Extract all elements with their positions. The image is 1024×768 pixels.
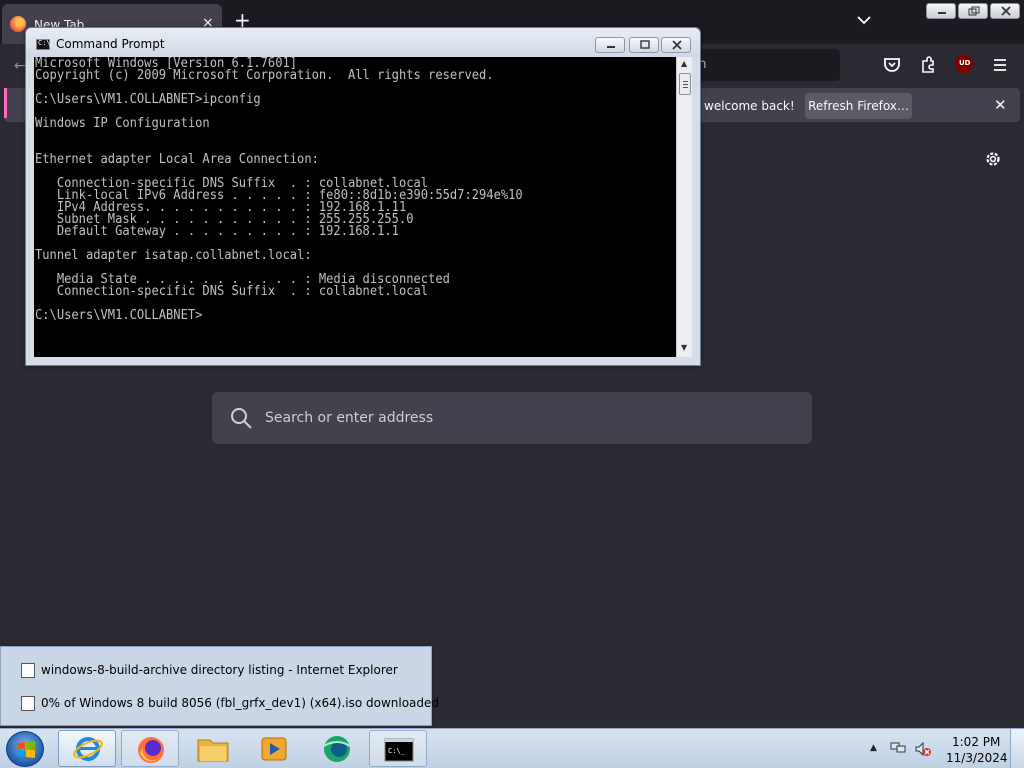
media-player-icon [261,737,287,761]
browser-restore-button[interactable] [958,3,988,19]
download-icon [21,696,35,711]
windows-logo-icon [17,741,35,758]
window-title: Command Prompt [56,37,165,51]
taskbar-preview-popup: windows-8-build-archive directory listin… [0,646,439,726]
pocket-icon[interactable] [882,55,902,75]
taskbar-network-app-button[interactable] [308,730,366,767]
start-button[interactable] [6,731,44,767]
console-line: C:\Users\VM1.COLLABNET>ipconfig [35,92,261,107]
internet-explorer-icon [73,737,103,761]
back-arrow-icon[interactable]: ← [14,58,26,74]
firefox-icon [138,737,164,763]
command-prompt-window: C:\_ Command Prompt Microsoft Windows [V… [25,27,701,366]
clock-date[interactable]: 11/3/2024 [946,751,1008,765]
maximize-icon [640,40,650,49]
globe-app-icon [323,736,351,762]
close-icon [1001,6,1011,16]
document-icon [21,663,35,678]
extensions-puzzle-icon[interactable] [918,55,938,75]
scrollbar-thumb[interactable] [679,73,691,95]
folder-icon [197,739,229,762]
taskbar-cmd-button[interactable]: C:\_ [369,730,427,767]
console-line: Default Gateway . . . . . . . . . : 192.… [35,224,399,239]
notification-close-icon[interactable]: ✕ [994,96,1007,114]
browser-minimize-button[interactable] [926,3,956,19]
show-hidden-icons-arrow[interactable]: ▲ [870,743,877,753]
console-line: Copyright (c) 2009 Microsoft Corporation… [35,68,494,83]
taskbar-firefox-button[interactable] [121,730,179,767]
console-line: Ethernet adapter Local Area Connection: [35,152,319,167]
popup-item-label: windows-8-build-archive directory listin… [41,663,398,677]
browser-close-button[interactable] [990,3,1020,19]
network-icon[interactable] [890,741,906,755]
refresh-firefox-button[interactable]: Refresh Firefox… [805,93,912,119]
taskbar-media-player-button[interactable] [245,730,303,767]
cmd-title-bar[interactable]: C:\_ Command Prompt [26,28,700,58]
search-input[interactable]: Search or enter address [212,392,812,444]
volume-muted-icon[interactable] [914,741,932,757]
console-output-area[interactable]: Microsoft Windows [Version 6.1.7601] Copy… [34,57,676,357]
scroll-up-arrow-icon[interactable]: ▲ [681,59,687,68]
cmd-minimize-button[interactable] [595,37,625,53]
clock-time[interactable]: 1:02 PM [952,735,1000,749]
cmd-app-icon[interactable]: C:\_ [36,39,55,50]
console-line: C:\Users\VM1.COLLABNET> [35,308,203,323]
close-icon [672,40,682,50]
taskbar-ie-button[interactable] [58,730,116,767]
popup-item-label: 0% of Windows 8 build 8056 (fbl_grfx_dev… [41,696,440,710]
search-placeholder: Search or enter address [265,410,434,426]
cmd-maximize-button[interactable] [629,37,659,53]
gear-icon[interactable] [984,150,1002,168]
scroll-down-arrow-icon[interactable]: ▼ [681,343,687,352]
console-line: Windows IP Configuration [35,116,210,131]
cmd-icon-label: C:\_ [388,747,406,755]
console-line: Connection-specific DNS Suffix . : colla… [35,284,429,299]
search-icon [231,408,252,429]
minimize-icon [938,12,946,14]
console-scrollbar[interactable]: ▲ ▼ [676,57,692,357]
ublock-origin-icon[interactable]: UD [955,55,973,73]
taskbar-explorer-button[interactable] [184,730,242,767]
cmd-close-button[interactable] [661,37,691,53]
taskbar: C:\_ ▲ 1:02 PM 11/3/2024 [0,728,1024,768]
hamburger-menu-icon[interactable] [990,55,1010,75]
console-line: Tunnel adapter isatap.collabnet.local: [35,248,312,263]
firefox-favicon-icon [10,16,26,32]
restore-icon [968,6,980,16]
notification-message: welcome back! [704,99,795,113]
command-prompt-icon: C:\_ [384,738,414,762]
console-text: Microsoft Windows [Version 6.1.7601] Copy… [35,57,523,323]
minimize-icon [607,46,615,48]
show-desktop-button[interactable] [1010,729,1024,768]
list-all-tabs-icon[interactable] [856,12,872,28]
notification-accent [4,88,7,118]
